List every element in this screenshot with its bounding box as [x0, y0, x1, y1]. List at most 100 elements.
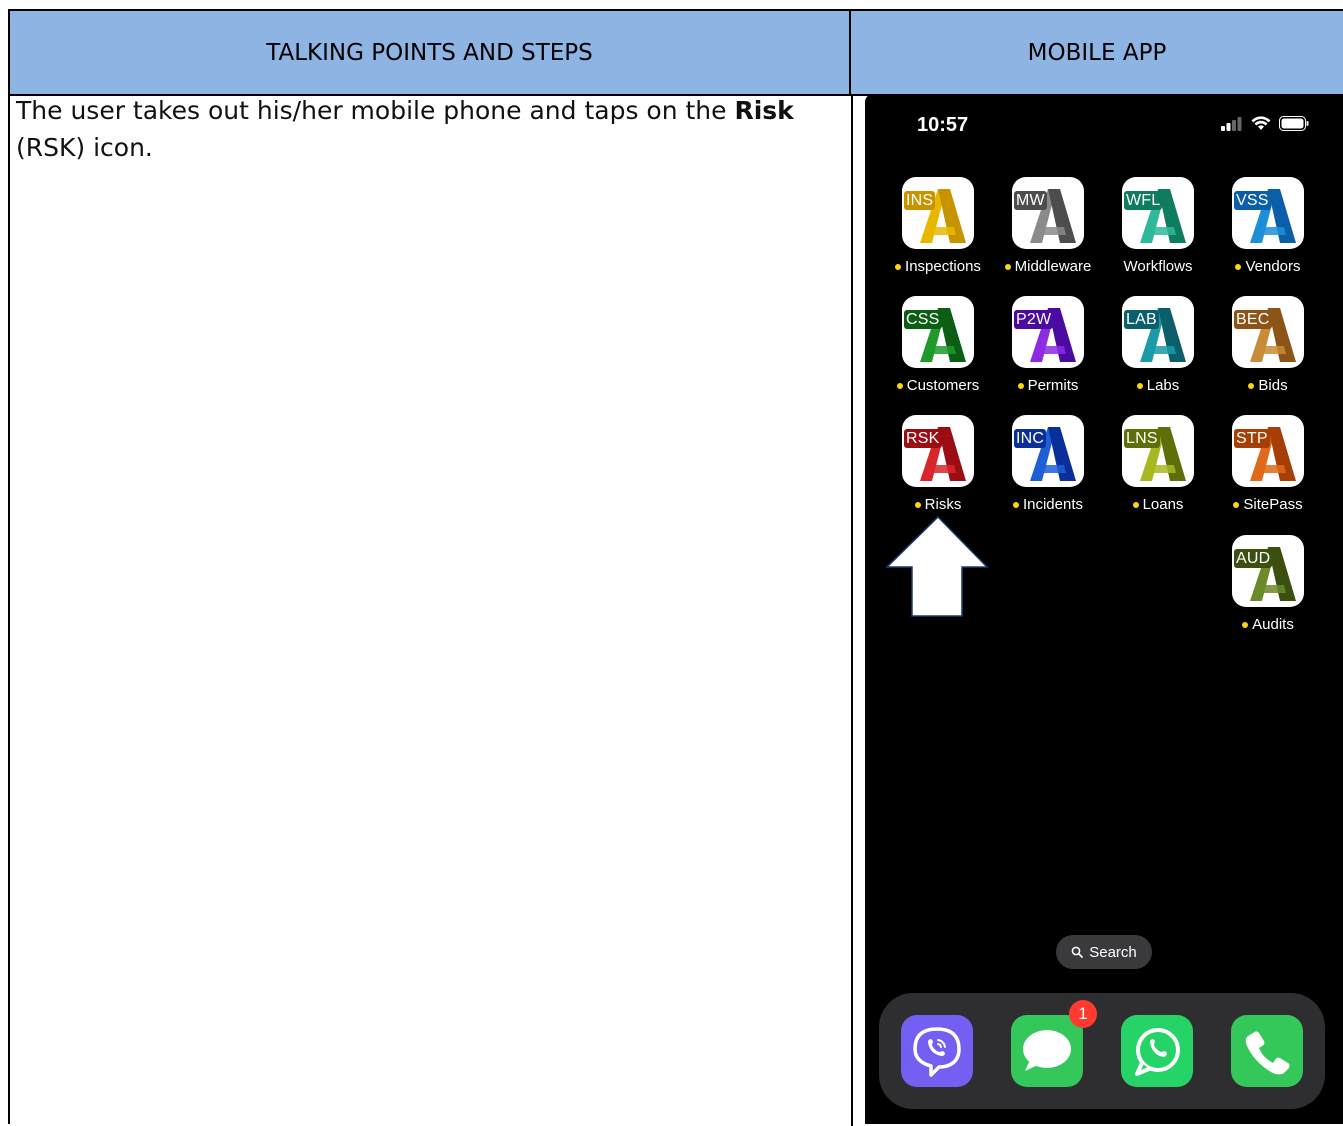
app-icon-wfl[interactable]: WFL: [1122, 177, 1194, 249]
app-inspections[interactable]: INS Inspections: [884, 177, 992, 275]
app-label-text: Inspections: [905, 258, 981, 275]
whatsapp-icon: [1135, 1028, 1180, 1076]
app-vendors[interactable]: VSS Vendors: [1214, 177, 1322, 275]
app-label: Customers: [884, 377, 992, 394]
app-label: Bids: [1214, 377, 1322, 394]
app-icon-lns[interactable]: LNS: [1122, 415, 1194, 487]
app-label-text: Loans: [1142, 496, 1184, 513]
new-badge-dot: [895, 263, 902, 270]
new-badge-dot: [1248, 382, 1255, 389]
phone-icon: [1245, 1031, 1290, 1075]
whatsapp-app[interactable]: [1121, 1015, 1193, 1087]
app-code-label: WFL: [1124, 191, 1163, 210]
step-text-start: The user takes out his/her mobile phone …: [16, 96, 735, 125]
app-icon-css[interactable]: CSS: [902, 296, 974, 368]
a-logo-icon: [1140, 427, 1186, 481]
app-label: Vendors: [1214, 258, 1322, 275]
header-mobile-app: MOBILE APP: [1027, 39, 1167, 66]
app-icon-stp[interactable]: STP: [1232, 415, 1304, 487]
app-permits[interactable]: P2W Permits: [994, 296, 1102, 394]
app-risks[interactable]: RSK Risks: [884, 415, 992, 513]
a-logo-icon: [1030, 189, 1076, 243]
a-logo-icon: [1250, 308, 1296, 362]
app-icon-aud[interactable]: AUD: [1232, 535, 1304, 607]
app-code-label: P2W: [1014, 310, 1054, 329]
dock: [879, 993, 1325, 1109]
app-label: Inspections: [884, 258, 992, 275]
app-label: SitePass: [1214, 496, 1322, 513]
app-label-text: Incidents: [1022, 496, 1084, 513]
app-loans[interactable]: LNS Loans: [1104, 415, 1212, 513]
app-customers[interactable]: CSS Customers: [884, 296, 992, 394]
wifi-icon: [1251, 116, 1271, 130]
app-label-text: SitePass: [1243, 496, 1303, 513]
new-badge-dot: [1132, 501, 1139, 508]
app-icon-rsk[interactable]: RSK: [902, 415, 974, 487]
app-icon-lab[interactable]: LAB: [1122, 296, 1194, 368]
up-arrow-icon: [886, 516, 989, 617]
new-badge-dot: [1017, 382, 1024, 389]
a-logo-icon: [1140, 308, 1186, 362]
app-icon-inc[interactable]: INC: [1012, 415, 1084, 487]
app-label: Middleware: [994, 258, 1102, 275]
column-divider: [851, 94, 853, 1126]
app-code-label: RSK: [904, 429, 942, 448]
app-label: Permits: [994, 377, 1102, 394]
app-icon-ins[interactable]: INS: [902, 177, 974, 249]
app-code-label: BEC: [1234, 310, 1272, 329]
app-label-text: Bids: [1258, 377, 1288, 394]
viber-icon: [913, 1027, 961, 1077]
new-badge-dot: [914, 501, 921, 508]
app-audits[interactable]: AUD Audits: [1214, 535, 1322, 633]
search-label: Search: [1089, 943, 1137, 961]
new-badge-dot: [1004, 263, 1011, 270]
a-logo-icon: [1250, 427, 1296, 481]
new-badge-dot: [1242, 621, 1249, 628]
app-label: Workflows: [1104, 258, 1212, 275]
phone-app[interactable]: [1231, 1015, 1303, 1087]
app-workflows[interactable]: WFL Workflows: [1104, 177, 1212, 275]
battery-icon: [1279, 116, 1309, 131]
step-text-bold: Risk: [734, 96, 794, 125]
viber-app[interactable]: [901, 1015, 973, 1087]
app-label: Risks: [884, 496, 992, 513]
app-label-text: Labs: [1146, 377, 1180, 394]
app-icon-bec[interactable]: BEC: [1232, 296, 1304, 368]
app-labs[interactable]: LAB Labs: [1104, 296, 1212, 394]
app-label: Incidents: [994, 496, 1102, 513]
a-logo-icon: [920, 189, 966, 243]
app-code-label: CSS: [904, 310, 942, 329]
step-description: The user takes out his/her mobile phone …: [16, 92, 826, 166]
a-logo-icon: [920, 308, 966, 362]
a-logo-icon: [1140, 189, 1186, 243]
app-label: Audits: [1214, 616, 1322, 633]
new-badge-dot: [1235, 263, 1242, 270]
status-icons: [1221, 116, 1309, 131]
app-label-text: Customers: [906, 377, 980, 394]
status-time: 10:57: [917, 114, 969, 136]
a-logo-icon: [1030, 427, 1076, 481]
a-logo-icon: [1030, 308, 1076, 362]
spotlight-search-button[interactable]: Search: [1056, 935, 1152, 969]
a-logo-icon: [920, 427, 966, 481]
app-sitepass[interactable]: STP SitePass: [1214, 415, 1322, 513]
app-code-label: LAB: [1124, 310, 1159, 329]
app-label: Loans: [1104, 496, 1212, 513]
app-middleware[interactable]: MW Middleware: [994, 177, 1102, 275]
step-text-end: (RSK) icon.: [16, 133, 153, 162]
messages-badge: 1: [1069, 1000, 1097, 1028]
app-bids[interactable]: BEC Bids: [1214, 296, 1322, 394]
app-code-label: STP: [1234, 429, 1270, 448]
search-icon: [1071, 946, 1084, 958]
app-code-label: LNS: [1124, 429, 1160, 448]
app-code-label: VSS: [1234, 191, 1271, 210]
header-talking-points: TALKING POINTS AND STEPS: [10, 11, 851, 94]
app-incidents[interactable]: INC Incidents: [994, 415, 1102, 513]
new-badge-dot: [896, 382, 903, 389]
new-badge-dot: [1012, 501, 1019, 508]
app-icon-vss[interactable]: VSS: [1232, 177, 1304, 249]
messages-app[interactable]: [1011, 1015, 1083, 1087]
app-icon-mw[interactable]: MW: [1012, 177, 1084, 249]
table-header-row: TALKING POINTS AND STEPS MOBILE APP: [10, 11, 1343, 96]
app-icon-p2w[interactable]: P2W: [1012, 296, 1084, 368]
